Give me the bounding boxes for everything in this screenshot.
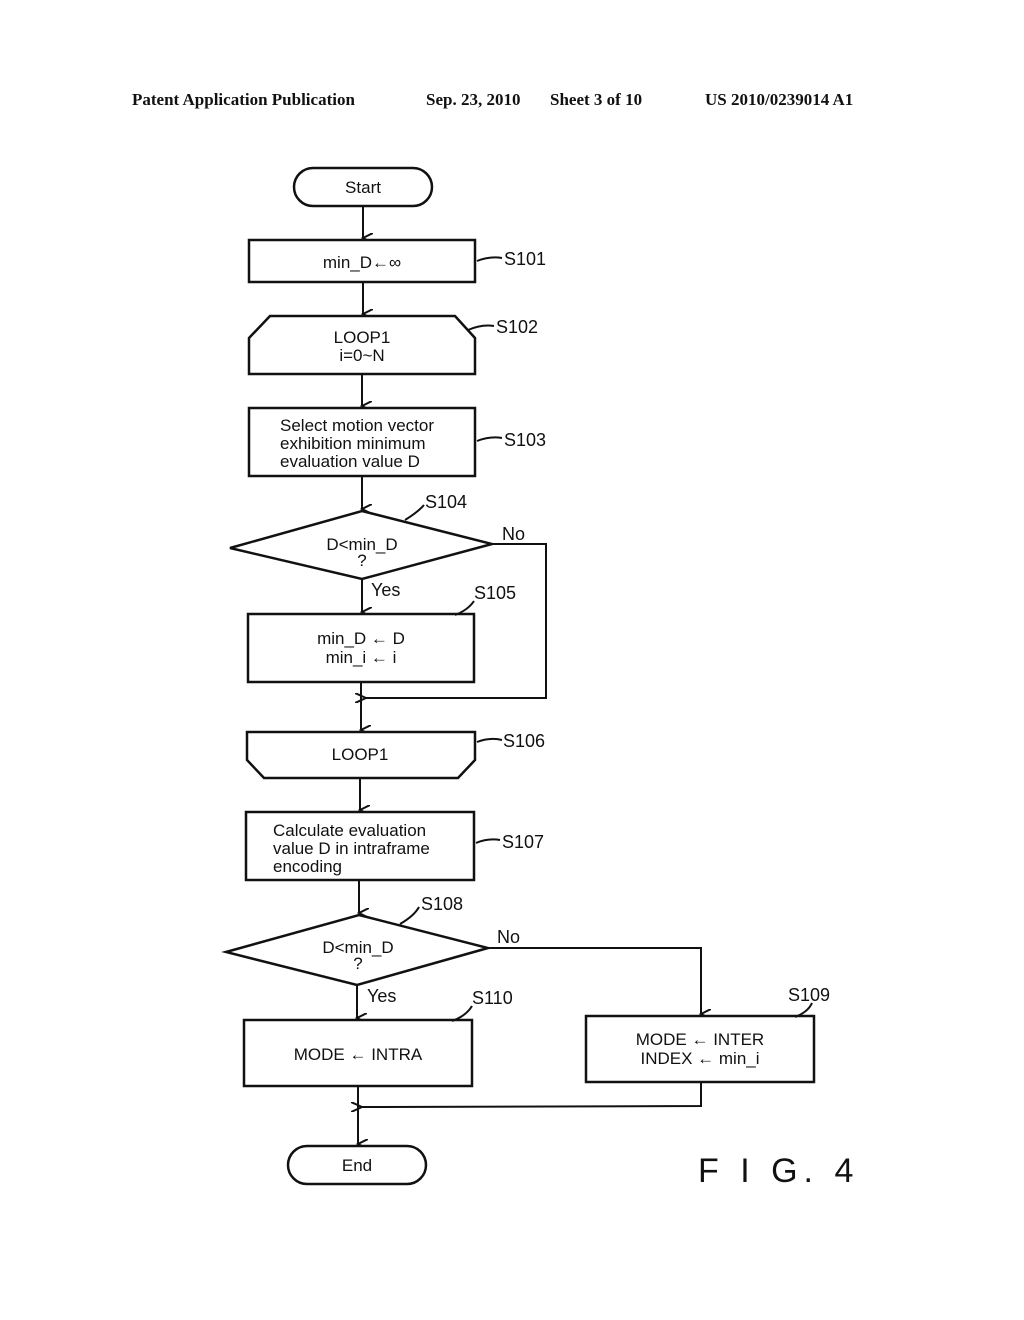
step-s104-text-2: ? xyxy=(357,551,366,570)
end-label: End xyxy=(342,1156,372,1175)
leader-line xyxy=(476,436,503,442)
start-terminal: Start xyxy=(292,166,434,208)
step-s102-label: S102 xyxy=(496,317,538,337)
step-s105-text-1: min_D ← D xyxy=(317,629,405,648)
leader-line xyxy=(399,906,420,925)
leader-line xyxy=(404,504,425,521)
step-s105-label: S105 xyxy=(474,583,516,603)
step-s106-label: S106 xyxy=(503,731,545,751)
step-s103-text-1: Select motion vector xyxy=(280,416,434,435)
step-s103-text-2: exhibition minimum xyxy=(280,434,426,453)
step-s102-text-1: LOOP1 xyxy=(334,328,391,347)
step-s108-yes-label: Yes xyxy=(367,986,396,1006)
step-s108-text-2: ? xyxy=(353,954,362,973)
leader-line xyxy=(475,838,501,844)
leader-line xyxy=(476,256,503,262)
no-connector xyxy=(488,947,701,1014)
step-s107-text-2: value D in intraframe xyxy=(273,839,430,858)
step-s108-label: S108 xyxy=(421,894,463,914)
step-s105-text-2: min_i ← i xyxy=(326,648,397,667)
end-terminal: End xyxy=(286,1144,428,1186)
step-s104-yes-label: Yes xyxy=(371,580,400,600)
step-s110-text: MODE ← INTRA xyxy=(294,1045,423,1064)
step-s106-text: LOOP1 xyxy=(332,745,389,764)
step-s101-label: S101 xyxy=(504,249,546,269)
step-s104-no-label: No xyxy=(502,524,525,544)
step-s109: MODE ← INTER INDEX ← min_i S109 xyxy=(584,985,830,1084)
step-s102-loop-start: LOOP1 i=0~N S102 xyxy=(247,314,538,376)
step-s107-text-1: Calculate evaluation xyxy=(273,821,426,840)
step-s107-label: S107 xyxy=(502,832,544,852)
step-s110-label: S110 xyxy=(472,988,513,1008)
start-label: Start xyxy=(345,178,381,197)
step-s109-label: S109 xyxy=(788,985,830,1005)
step-s104-label: S104 xyxy=(425,492,467,512)
leader-line xyxy=(476,737,503,743)
step-s103: Select motion vector exhibition minimum … xyxy=(247,406,546,478)
flowchart: Start min_D←∞ S101 LOOP1 i=0~N S102 Sele… xyxy=(221,166,859,1190)
step-s108-no-label: No xyxy=(497,927,520,947)
step-s102-text-2: i=0~N xyxy=(339,346,384,365)
step-s107-text-3: encoding xyxy=(273,857,342,876)
step-s103-text-3: evaluation value D xyxy=(280,452,420,471)
figure-label: F I G. 4 xyxy=(698,1152,859,1190)
step-s101-text: min_D←∞ xyxy=(323,253,401,272)
step-s103-label: S103 xyxy=(504,430,546,450)
step-s107: Calculate evaluation value D in intrafra… xyxy=(244,810,544,882)
step-s109-text-2: INDEX ← min_i xyxy=(640,1049,759,1068)
step-s101: min_D←∞ S101 xyxy=(247,238,546,284)
step-s109-text-1: MODE ← INTER xyxy=(636,1030,764,1049)
step-s106-loop-end: LOOP1 S106 xyxy=(245,730,545,780)
leader-line xyxy=(467,324,495,331)
